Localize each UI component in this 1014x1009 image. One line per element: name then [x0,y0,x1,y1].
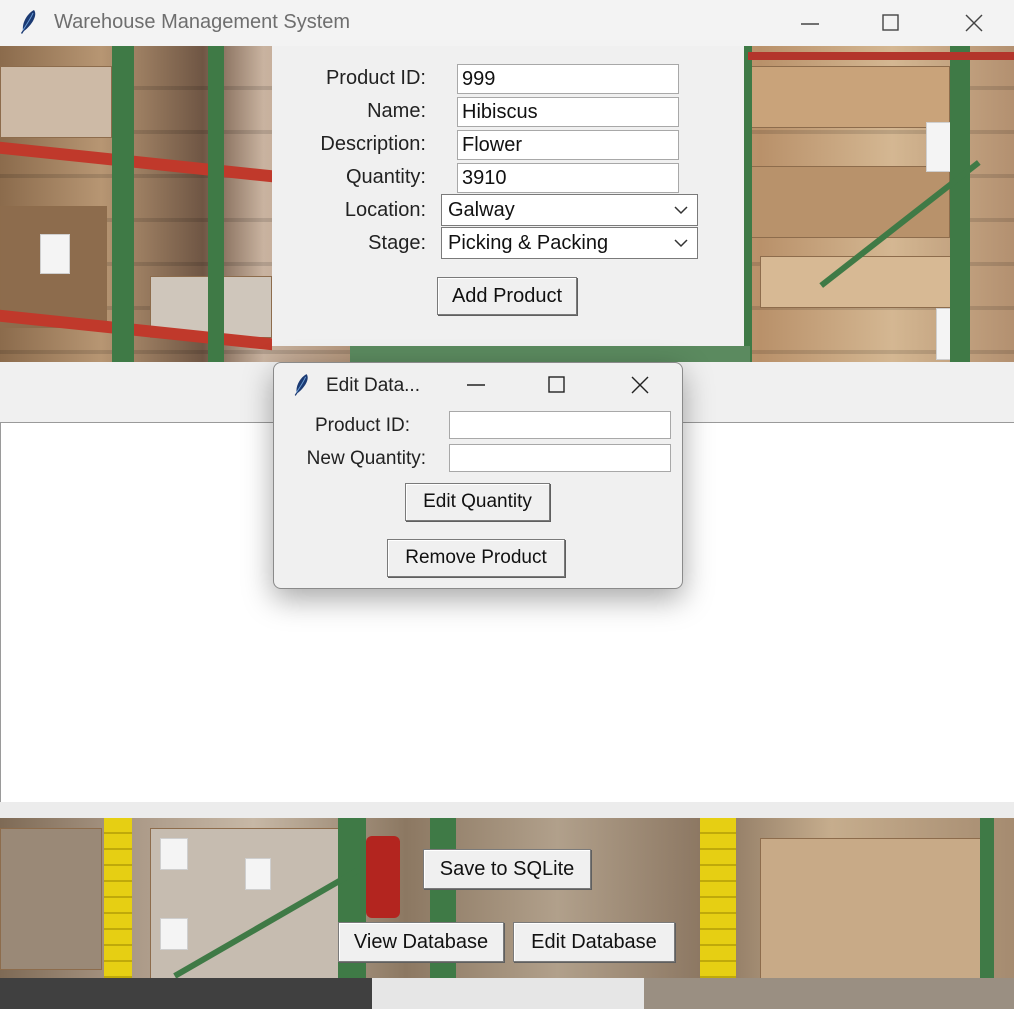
edit-quantity-button[interactable]: Edit Quantity [405,483,550,521]
rack-upright [104,818,132,978]
location-selected-value: Galway [448,198,515,221]
add-product-button[interactable]: Add Product [437,277,577,315]
rack-upright [980,818,994,978]
warehouse-background-image-bottom [0,818,1014,978]
product-id-label: Product ID: [325,67,426,89]
minimize-icon [467,384,485,386]
minimize-button[interactable] [782,0,838,46]
main-titlebar: Warehouse Management System [0,0,1014,46]
box-label [160,918,188,950]
name-input[interactable]: Hibiscus [457,97,679,127]
new-quantity-label: New Quantity: [306,448,426,469]
rack-beam [350,346,750,362]
box-label [40,234,70,274]
stage-selected-value: Picking & Packing [448,231,609,254]
dialog-title: Edit Data... [326,375,420,396]
rack-beam [0,141,272,183]
description-input[interactable]: Flower [457,130,679,160]
name-label: Name: [367,100,426,122]
rack-upright [700,818,736,978]
close-icon [631,376,649,394]
dialog-minimize-button[interactable] [448,363,504,407]
shelf-boxes [760,256,952,308]
rack-upright [208,46,224,362]
dialog-close-button[interactable] [612,363,668,407]
rack-upright [744,46,752,362]
window-title: Warehouse Management System [54,11,351,33]
maximize-icon [882,14,899,31]
stage-select[interactable]: Picking & Packing [441,227,698,259]
rack-upright [950,46,970,362]
remove-product-button[interactable]: Remove Product [387,539,565,577]
new-quantity-input[interactable] [449,444,671,472]
dialog-product-id-input[interactable] [449,411,671,439]
save-to-sqlite-button[interactable]: Save to SQLite [423,849,591,889]
maximize-button[interactable] [863,0,919,46]
bottom-light-band [372,978,644,1009]
dialog-product-id-label: Product ID: [314,415,410,436]
close-button[interactable] [946,0,1002,46]
fire-extinguisher [366,836,400,918]
feather-icon [294,374,308,396]
location-label: Location: [344,199,426,221]
rack-beam [748,52,1014,60]
stage-label: Stage: [368,232,426,254]
shelf-boxes [748,166,950,238]
separator-strip [0,802,1014,818]
location-select[interactable]: Galway [441,194,698,226]
shelf-boxes [748,66,950,128]
maximize-icon [548,376,565,393]
close-icon [965,14,983,32]
bottom-dark-band [0,978,372,1009]
box-label [245,858,271,890]
edit-database-button[interactable]: Edit Database [513,922,675,962]
box-label [160,838,188,870]
quantity-input[interactable]: 3910 [457,163,679,193]
dialog-maximize-button[interactable] [529,363,585,407]
shelf-boxes [0,66,112,138]
chevron-down-icon [674,239,688,248]
quantity-label: Quantity: [345,166,426,188]
rack-upright [112,46,134,362]
description-label: Description: [320,133,426,155]
view-database-button[interactable]: View Database [338,922,504,962]
chevron-down-icon [674,206,688,215]
product-form: Product ID: 999 Name: Hibiscus Descripti… [272,46,744,346]
shelf-boxes [0,828,102,970]
feather-icon [21,10,36,34]
dialog-titlebar: Edit Data... [274,363,682,407]
edit-data-dialog: Edit Data... Product ID: New Quantity: E… [273,362,683,589]
shelf-boxes [760,838,982,978]
product-id-input[interactable]: 999 [457,64,679,94]
minimize-icon [801,23,819,25]
